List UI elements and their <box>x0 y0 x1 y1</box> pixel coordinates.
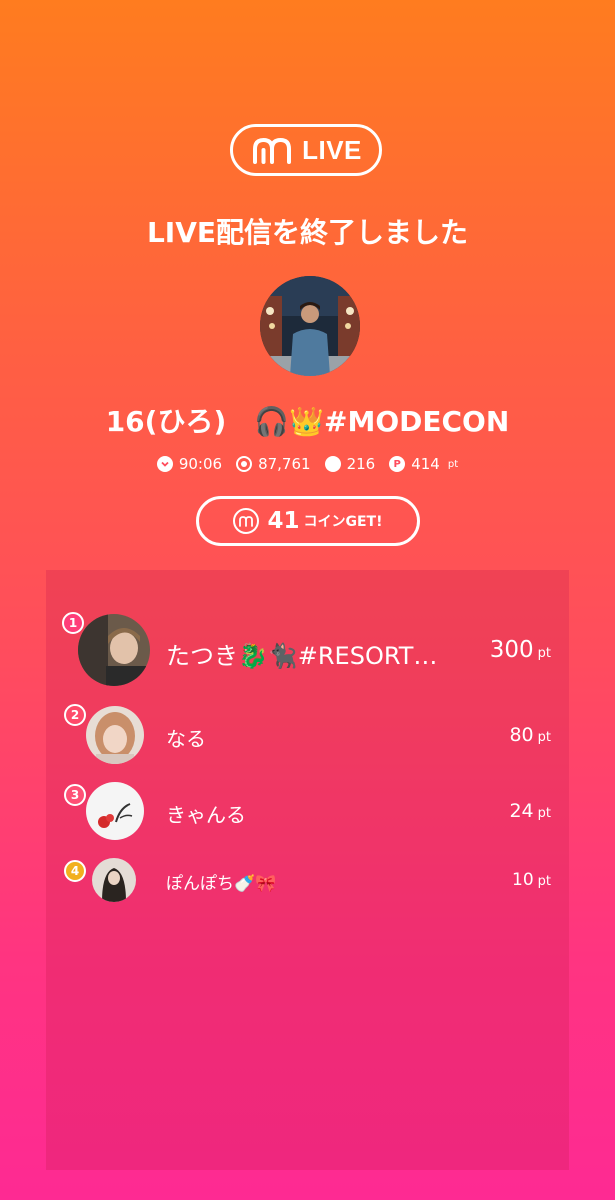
rank-badge: 4 <box>64 860 86 882</box>
coin-icon <box>233 508 260 534</box>
ranking-panel: 1 たつき🐉🐈‍⬛#RESORT… 300pt 2 なる 80pt <box>46 570 569 1170</box>
m-logo-icon <box>253 137 292 164</box>
ranking-row[interactable]: 4 ぽんぽち🍼🎀 10 pt <box>46 858 569 902</box>
host-name: 16(ひろ) 🎧👑#MODECON <box>105 405 510 438</box>
duration-value: 90:06 <box>178 455 223 473</box>
coin-label: コインGET! <box>303 514 383 530</box>
duration-stat: 90:06 <box>156 455 223 473</box>
user-name: なる <box>166 727 206 751</box>
user-points: 80 pt <box>509 724 551 746</box>
user-points: 300 pt <box>489 637 551 663</box>
user-avatar[interactable] <box>92 858 136 902</box>
points-icon: P <box>389 456 406 472</box>
coin-get-badge: 41 コインGET! <box>196 496 420 546</box>
points-value: 414 <box>411 455 440 473</box>
ranking-row[interactable]: 1 たつき🐉🐈‍⬛#RESORT… 300 pt <box>46 612 569 688</box>
comments-stat: 216 <box>324 455 376 473</box>
comment-icon <box>324 456 341 472</box>
rank-badge: 2 <box>64 704 86 726</box>
comments-value: 216 <box>346 455 376 473</box>
host-avatar[interactable] <box>260 276 360 376</box>
stats-row: 90:06 87,761 216 P 414 pt <box>0 455 615 473</box>
user-points: 24 pt <box>509 800 551 822</box>
logo-live-text: LIVE <box>302 134 362 165</box>
viewers-value: 87,761 <box>258 455 311 473</box>
user-name: たつき🐉🐈‍⬛#RESORT… <box>166 642 438 670</box>
user-name: きゃんる <box>166 803 246 827</box>
user-avatar[interactable] <box>78 614 150 686</box>
live-logo: LIVE <box>230 124 382 176</box>
points-unit: pt <box>447 458 459 470</box>
viewers-stat: 87,761 <box>236 455 311 473</box>
rank-badge: 3 <box>64 784 86 806</box>
user-avatar[interactable] <box>86 782 144 840</box>
points-stat: P 414 pt <box>389 455 458 473</box>
ranking-row[interactable]: 3 きゃんる 24 pt <box>46 782 569 840</box>
rank-badge: 1 <box>62 612 84 634</box>
coin-count: 41 <box>267 508 300 534</box>
page-title: LIVE配信を終了しました <box>146 216 469 249</box>
ranking-row[interactable]: 2 なる 80 pt <box>46 704 569 764</box>
user-avatar[interactable] <box>86 706 144 764</box>
user-points: 10 pt <box>512 870 551 890</box>
chevron-down-circle-icon <box>156 456 173 472</box>
viewers-icon <box>236 456 253 472</box>
user-name: ぽんぽち🍼🎀 <box>166 874 277 894</box>
